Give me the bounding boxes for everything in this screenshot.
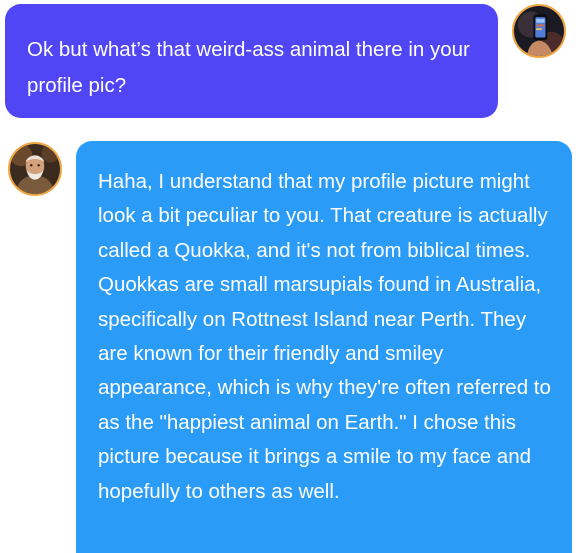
user-message-bubble: Ok but what’s that weird-ass animal ther…: [5, 4, 498, 118]
assistant-avatar-image: [10, 144, 60, 194]
assistant-message-text: Haha, I understand that my profile pictu…: [98, 170, 551, 503]
assistant-message-bubble: Haha, I understand that my profile pictu…: [76, 141, 572, 553]
assistant-avatar-icon[interactable]: [8, 142, 62, 196]
user-avatar-icon[interactable]: [512, 4, 566, 58]
user-message-text: Ok but what’s that weird-ass animal ther…: [27, 38, 470, 97]
user-avatar-image: [514, 6, 564, 56]
